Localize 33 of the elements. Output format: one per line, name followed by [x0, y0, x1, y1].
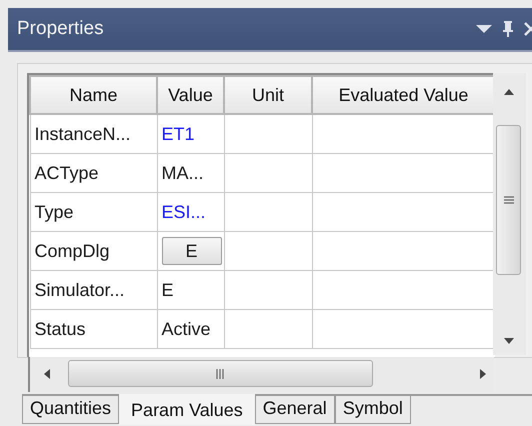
tab[interactable]: General: [254, 396, 335, 424]
table-cell: Active: [157, 310, 224, 348]
table-cell: Type: [30, 192, 157, 232]
tab[interactable]: Quantities: [22, 396, 120, 424]
scroll-down-icon[interactable]: [504, 338, 514, 344]
pin-icon[interactable]: [502, 20, 514, 38]
table-cell: InstanceN...: [30, 114, 157, 154]
table-cell: MA...: [157, 154, 224, 192]
scroll-left-icon[interactable]: [44, 369, 50, 379]
column-header[interactable]: Evaluated Value: [312, 76, 495, 114]
horizontal-scrollbar[interactable]: [28, 357, 494, 392]
table-cell: CompDlg: [30, 232, 157, 270]
table-cell: ESI...: [157, 192, 224, 232]
tab[interactable]: Symbol: [334, 396, 411, 424]
scroll-up-icon[interactable]: [504, 89, 514, 95]
scroll-right-icon[interactable]: [480, 369, 486, 379]
table-cell: Status: [30, 310, 157, 348]
dropdown-icon[interactable]: [476, 24, 492, 34]
table-cell: ET1: [157, 114, 224, 154]
window-title: Properties: [17, 18, 105, 40]
grip-icon[interactable]: [216, 369, 224, 379]
table-cell: Simulator...: [30, 270, 157, 310]
table-cell: ACType: [30, 154, 157, 192]
column-header[interactable]: Unit: [224, 76, 312, 114]
grip-icon[interactable]: [504, 196, 514, 204]
column-header[interactable]: Value: [157, 76, 224, 114]
tab[interactable]: Param Values: [119, 394, 255, 425]
scroll-thumb[interactable]: [68, 360, 373, 387]
scroll-thumb[interactable]: [496, 125, 521, 275]
table-cell: E: [157, 270, 224, 310]
column-header[interactable]: Name: [30, 76, 157, 114]
value-button[interactable]: E: [162, 237, 222, 265]
vertical-scrollbar[interactable]: [493, 73, 526, 355]
